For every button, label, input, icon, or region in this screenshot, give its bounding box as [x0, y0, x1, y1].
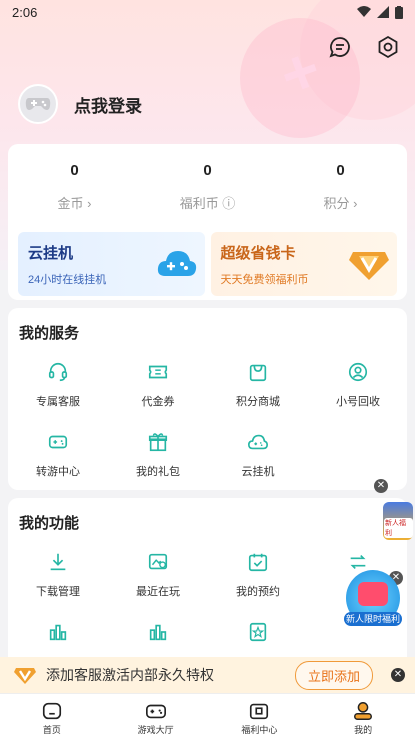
service-label: 我的礼包	[136, 466, 180, 478]
cloud-hangup-card[interactable]: 云挂机 24小时在线挂机	[18, 232, 205, 296]
gift-box-icon	[250, 703, 269, 720]
gift-box-icon	[358, 582, 388, 606]
stat-label: 福利币 ⓘ	[179, 196, 236, 211]
badge-label: 新人福利	[384, 518, 413, 538]
feature-label: 最近在玩	[136, 586, 180, 598]
my-services-card: 我的服务 专属客服 代金券 积分商城 小号回收 转游中心 我的礼包 云挂机	[8, 308, 407, 490]
stat-value: 0	[336, 162, 345, 179]
service-label: 积分商城	[236, 396, 280, 408]
my-features-card: 我的功能 下载管理 最近在玩 我的预约 充	[8, 498, 407, 668]
wifi-icon	[357, 6, 371, 17]
feature-label: 下载管理	[36, 586, 80, 598]
calendar-check-icon	[248, 553, 268, 572]
shop-bag-icon	[249, 364, 267, 382]
exchange-icon	[350, 554, 366, 570]
feature-my-reservations[interactable]: 我的预约	[208, 541, 308, 611]
gamepad-icon	[145, 704, 166, 719]
status-time: 2:06	[12, 4, 38, 20]
banner-text: 添加客服激活内部永久特权	[46, 667, 214, 683]
status-icons	[357, 5, 403, 19]
gift-icon	[148, 433, 168, 452]
cloud-game-icon	[248, 434, 268, 450]
stats-card: 0 金币 › 0 福利币 ⓘ 0 积分 › 云挂机 24小时在线挂机 超级省钱卡…	[8, 144, 407, 300]
stat-value: 0	[203, 162, 212, 179]
stat-coins[interactable]: 0 金币 ›	[20, 162, 130, 212]
tab-welfare-center[interactable]: 福利中心	[219, 694, 299, 738]
service-label: 转游中心	[36, 466, 80, 478]
section-title: 我的功能	[19, 515, 80, 532]
service-label: 代金券	[141, 396, 175, 408]
coupon-icon	[148, 365, 168, 379]
status-bar: 2:06	[0, 0, 415, 24]
stat-points[interactable]: 0 积分 ›	[286, 162, 396, 212]
battery-icon	[395, 5, 403, 19]
newbie-offer-label: 新人限时福利	[344, 612, 402, 626]
service-points-mall[interactable]: 积分商城	[208, 351, 308, 421]
promo-banner[interactable]: 添加客服激活内部永久特权 立即添加 ✕	[0, 657, 415, 693]
tab-mine[interactable]: 我的	[323, 694, 403, 738]
service-my-gifts[interactable]: 我的礼包	[108, 421, 208, 491]
money-saving-card[interactable]: 超级省钱卡 天天免费领福利币	[210, 232, 397, 296]
stat-label: 金币 ›	[57, 196, 92, 211]
feature-label: 我的预约	[236, 586, 280, 598]
service-account-recycle[interactable]: 小号回收	[308, 351, 408, 421]
tab-label: 游戏大厅	[137, 725, 174, 735]
service-label: 小号回收	[336, 396, 380, 408]
tab-home[interactable]: 首页	[12, 694, 92, 738]
chart-icon	[49, 624, 67, 641]
newbie-gift-badge[interactable]: 新人福利	[383, 502, 413, 540]
person-icon	[354, 702, 373, 720]
login-text[interactable]: 点我登录	[74, 92, 142, 117]
v-diamond-icon	[349, 252, 389, 280]
service-label: 云挂机	[241, 466, 275, 478]
message-icon[interactable]	[327, 34, 353, 60]
stat-welfare-coins[interactable]: 0 福利币 ⓘ	[153, 162, 263, 212]
stat-value: 0	[70, 162, 79, 179]
gamepad-avatar-icon	[25, 98, 51, 110]
headset-icon	[48, 362, 68, 382]
section-title: 我的服务	[19, 325, 80, 342]
service-voucher[interactable]: 代金券	[108, 351, 208, 421]
service-customer-support[interactable]: 专属客服	[8, 351, 108, 421]
add-now-button[interactable]: 立即添加	[294, 660, 373, 690]
recent-play-icon	[148, 553, 168, 570]
gamepad-transfer-icon	[48, 435, 68, 449]
service-cloud-hangup[interactable]: 云挂机	[208, 421, 308, 491]
bottom-tab-bar: 首页 游戏大厅 福利中心 我的	[0, 693, 415, 738]
avatar[interactable]	[18, 84, 58, 124]
tab-label: 我的	[354, 725, 373, 735]
user-recycle-icon	[348, 362, 368, 382]
feature-download-manager[interactable]: 下载管理	[8, 541, 108, 611]
building-icon	[149, 624, 167, 641]
home-icon	[42, 702, 61, 720]
close-icon[interactable]: ✕	[374, 479, 388, 493]
tab-label: 福利中心	[241, 725, 278, 735]
top-actions	[327, 34, 401, 60]
feature-recent-play[interactable]: 最近在玩	[108, 541, 208, 611]
download-icon	[50, 553, 66, 571]
tab-game-hall[interactable]: 游戏大厅	[116, 694, 196, 738]
service-label: 专属客服	[36, 396, 80, 408]
tab-label: 首页	[42, 725, 61, 735]
signal-icon	[377, 6, 389, 18]
settings-gear-icon[interactable]	[375, 34, 401, 60]
star-badge-icon	[249, 622, 267, 642]
v-diamond-icon	[14, 668, 36, 684]
cloud-gamepad-icon	[157, 251, 196, 276]
stat-label: 积分 ›	[323, 196, 358, 211]
close-icon[interactable]: ✕	[391, 668, 405, 682]
profile-login[interactable]: 点我登录	[18, 84, 142, 124]
service-transfer-center[interactable]: 转游中心	[8, 421, 108, 491]
